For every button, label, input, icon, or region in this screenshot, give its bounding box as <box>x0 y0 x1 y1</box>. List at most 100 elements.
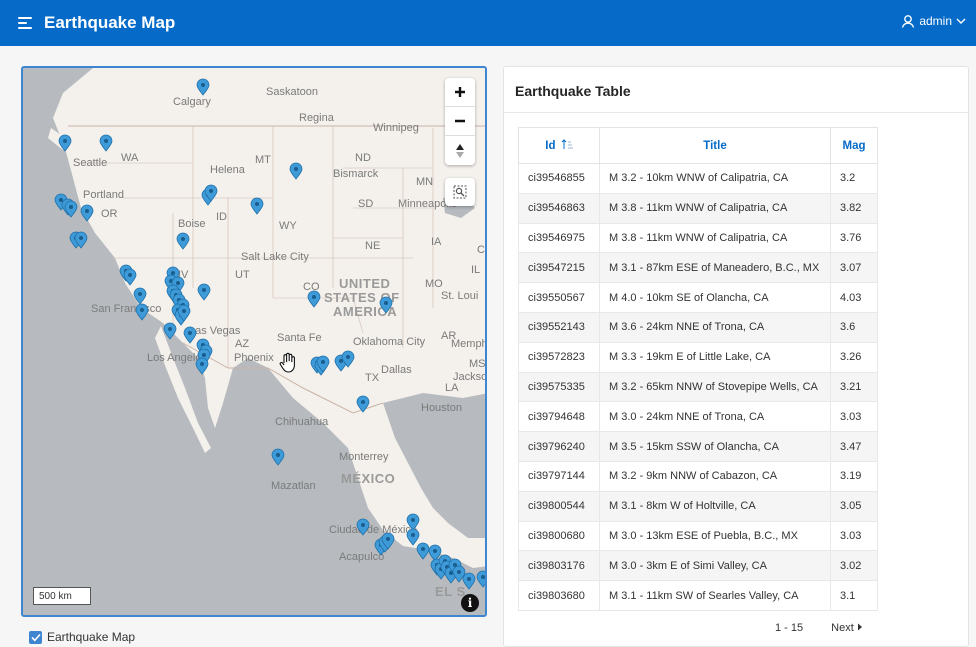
cell-mag: 3.03 <box>830 401 878 433</box>
user-icon <box>902 15 915 28</box>
table-row[interactable]: ci39800680 M 3.0 - 13km ESE of Puebla, B.… <box>518 520 878 552</box>
cell-title: M 3.0 - 24km NNE of Trona, CA <box>599 401 831 433</box>
cell-id: ci39546975 <box>518 222 600 254</box>
table-row[interactable]: ci39546863 M 3.8 - 11km WNW of Calipatria… <box>518 192 878 224</box>
earthquake-marker[interactable] <box>416 542 430 560</box>
user-menu[interactable]: admin <box>901 14 966 28</box>
earthquake-marker[interactable] <box>271 448 285 466</box>
earthquake-marker[interactable] <box>356 518 370 536</box>
column-header-title[interactable]: Title <box>599 127 831 164</box>
table-row[interactable]: ci39803680 M 3.1 - 11km SW of Searles Val… <box>518 580 878 611</box>
plus-icon <box>455 87 465 97</box>
table-row[interactable]: ci39546855 M 3.2 - 10km WNW of Calipatria… <box>518 163 878 194</box>
table-row[interactable]: ci39546975 M 3.8 - 11km WNW of Calipatria… <box>518 222 878 254</box>
cell-id: ci39800544 <box>518 490 600 522</box>
cell-id: ci39552143 <box>518 311 600 343</box>
caret-right-icon <box>857 623 862 631</box>
cell-title: M 4.0 - 10km SE of Olancha, CA <box>599 282 831 313</box>
zoom-extent-button[interactable] <box>445 178 475 206</box>
table-row[interactable]: ci39797144 M 3.2 - 9km NNW of Cabazon, CA… <box>518 460 878 492</box>
cell-title: M 3.8 - 11km WNW of Calipatria, CA <box>599 222 831 254</box>
cell-title: M 3.5 - 15km SSW of Olancha, CA <box>599 431 831 462</box>
cell-mag: 3.76 <box>830 222 878 254</box>
cell-mag: 3.19 <box>830 460 878 492</box>
cell-mag: 3.2 <box>830 163 878 194</box>
cell-id: ci39803680 <box>518 580 600 611</box>
next-page-button[interactable]: Next <box>831 622 863 634</box>
column-header-id-label: Id <box>545 140 556 152</box>
user-name: admin <box>919 14 952 28</box>
column-header-mag[interactable]: Mag <box>830 127 878 164</box>
cell-title: M 3.1 - 8km W of Holtville, CA <box>599 490 831 522</box>
layer-checkbox[interactable] <box>29 630 42 644</box>
cell-id: ci39800680 <box>518 520 600 552</box>
region-title: Earthquake Table <box>515 83 631 99</box>
earthquake-marker[interactable] <box>197 283 211 301</box>
cell-title: M 3.6 - 24km NNE of Trona, CA <box>599 311 831 343</box>
earthquake-marker[interactable] <box>123 268 137 286</box>
cell-mag: 3.03 <box>830 520 878 552</box>
cell-mag: 3.21 <box>830 371 878 403</box>
next-page-label: Next <box>831 622 854 634</box>
cell-mag: 3.07 <box>830 252 878 284</box>
checkmark-icon <box>30 633 41 641</box>
earthquake-marker[interactable] <box>250 197 264 215</box>
minus-icon <box>455 119 465 123</box>
cell-id: ci39797144 <box>518 460 600 492</box>
earthquake-marker[interactable] <box>307 290 321 308</box>
earthquake-marker[interactable] <box>406 513 420 531</box>
table-row[interactable]: ci39800544 M 3.1 - 8km W of Holtville, CA… <box>518 490 878 522</box>
earthquake-marker[interactable] <box>64 200 78 218</box>
column-header-id[interactable]: Id <box>518 127 600 164</box>
earthquake-marker[interactable] <box>176 232 190 250</box>
earthquake-marker[interactable] <box>80 204 94 222</box>
cell-id: ci39796240 <box>518 431 600 462</box>
table-row[interactable]: ci39547215 M 3.1 - 87km ESE of Maneadero,… <box>518 252 878 284</box>
pagination-range: 1 - 15 <box>775 622 804 634</box>
table-row[interactable]: ci39794648 M 3.0 - 24km NNE of Trona, CA 3… <box>518 401 878 433</box>
earthquake-marker[interactable] <box>476 570 487 588</box>
zoom-control <box>445 78 475 165</box>
cell-mag: 3.6 <box>830 311 878 343</box>
earthquake-marker[interactable] <box>99 134 113 152</box>
earthquake-marker[interactable] <box>183 326 197 344</box>
info-icon[interactable]: i <box>461 594 479 612</box>
earthquake-table: Id Title Mag ci39546855 M 3.2 - 10km WNW … <box>518 127 878 611</box>
cell-mag: 3.82 <box>830 192 878 224</box>
cell-mag: 4.03 <box>830 282 878 313</box>
earthquake-table-region: Earthquake Table Id Title Mag ci39546855… <box>503 66 969 647</box>
hamburger-menu-icon[interactable] <box>18 17 32 29</box>
cell-id: ci39546855 <box>518 163 600 194</box>
earthquake-marker[interactable] <box>462 572 476 590</box>
app-title[interactable]: Earthquake Map <box>44 13 175 33</box>
cell-title: M 3.1 - 11km SW of Searles Valley, CA <box>599 580 831 611</box>
earthquake-marker[interactable] <box>58 134 72 152</box>
zoom-in-button[interactable] <box>445 78 475 107</box>
earthquake-marker[interactable] <box>289 162 303 180</box>
cell-id: ci39803176 <box>518 550 600 582</box>
compass-button[interactable] <box>445 136 475 165</box>
cell-id: ci39546863 <box>518 192 600 224</box>
earthquake-marker[interactable] <box>163 322 177 340</box>
zoom-out-button[interactable] <box>445 107 475 136</box>
earthquake-marker[interactable] <box>135 303 149 321</box>
cell-id: ci39572823 <box>518 341 600 373</box>
table-row[interactable]: ci39575335 M 3.2 - 65km NNW of Stovepipe … <box>518 371 878 403</box>
earthquake-map[interactable]: Calgary Saskatoon Regina Winnipeg Seattl… <box>21 66 487 617</box>
table-row[interactable]: ci39552143 M 3.6 - 24km NNE of Trona, CA 3… <box>518 311 878 343</box>
hand-cursor-icon <box>279 352 295 373</box>
earthquake-marker[interactable] <box>379 296 393 314</box>
table-row[interactable]: ci39550567 M 4.0 - 10km SE of Olancha, CA… <box>518 282 878 313</box>
cell-title: M 3.2 - 9km NNW of Cabazon, CA <box>599 460 831 492</box>
zoom-extent-icon <box>453 185 467 199</box>
earthquake-marker[interactable] <box>133 287 147 305</box>
earthquake-marker[interactable] <box>195 357 209 375</box>
table-row[interactable]: ci39803176 M 3.0 - 3km E of Simi Valley, … <box>518 550 878 582</box>
layer-toggle[interactable]: Earthquake Map <box>29 630 135 644</box>
earthquake-marker[interactable] <box>356 395 370 413</box>
earthquake-marker[interactable] <box>406 528 420 546</box>
table-row[interactable]: ci39572823 M 3.3 - 19km E of Little Lake,… <box>518 341 878 373</box>
earthquake-marker[interactable] <box>196 78 210 96</box>
table-row[interactable]: ci39796240 M 3.5 - 15km SSW of Olancha, C… <box>518 431 878 462</box>
region-divider <box>504 112 968 113</box>
